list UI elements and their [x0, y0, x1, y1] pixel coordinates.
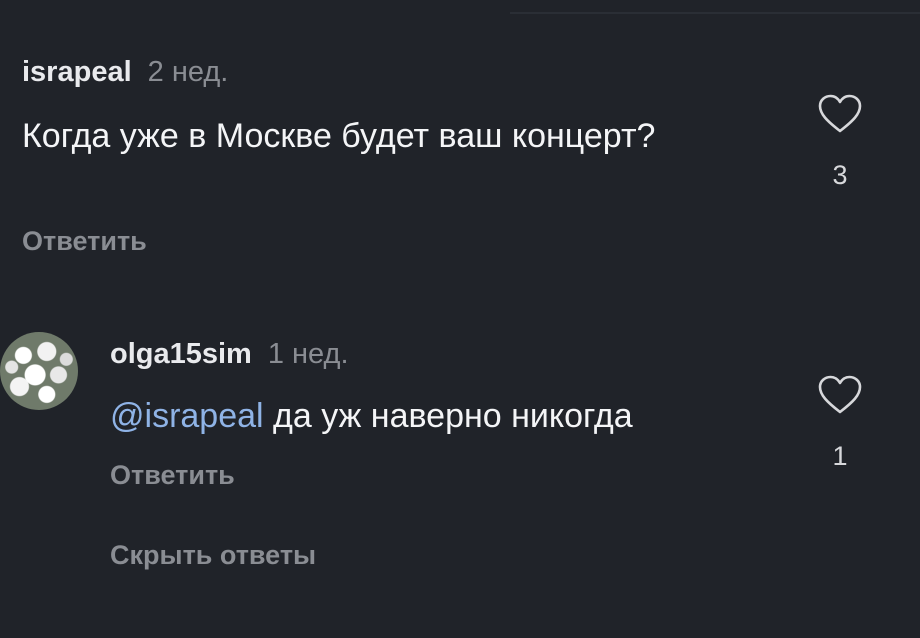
comment-timestamp: 1 нед. — [267, 338, 349, 370]
comment-olga15sim: olga15sim 1 нед. @israpeal да уж наверно… — [0, 330, 920, 500]
like-count: 1 — [832, 441, 848, 471]
comment-israpeal: israpeal 2 нед. Когда уже в Москве будет… — [0, 56, 920, 266]
comment-meta: israpeal 2 нед. — [22, 56, 228, 89]
comment-text-body: да уж наверно никогда — [263, 397, 633, 435]
heart-outline-icon[interactable] — [810, 375, 870, 415]
top-divider — [510, 12, 920, 14]
comment-meta: olga15sim 1 нед. — [110, 338, 349, 371]
like-count: 3 — [832, 160, 848, 190]
heart-outline-icon[interactable] — [810, 94, 870, 134]
avatar[interactable] — [0, 332, 78, 410]
comment-text: Когда уже в Москве будет ваш концерт? — [22, 117, 656, 155]
reply-button[interactable]: Ответить — [110, 460, 235, 491]
mention-link[interactable]: @israpeal — [110, 397, 264, 435]
comment-timestamp: 2 нед. — [147, 56, 229, 88]
like-button[interactable]: 3 — [810, 94, 870, 191]
comment-text: @israpeal да уж наверно никогда — [110, 394, 790, 438]
comment-username[interactable]: olga15sim — [110, 338, 252, 371]
like-button[interactable]: 1 — [810, 375, 870, 472]
reply-button[interactable]: Ответить — [22, 226, 147, 257]
comment-username[interactable]: israpeal — [22, 56, 132, 89]
hide-replies-button[interactable]: Скрыть ответы — [110, 540, 316, 571]
